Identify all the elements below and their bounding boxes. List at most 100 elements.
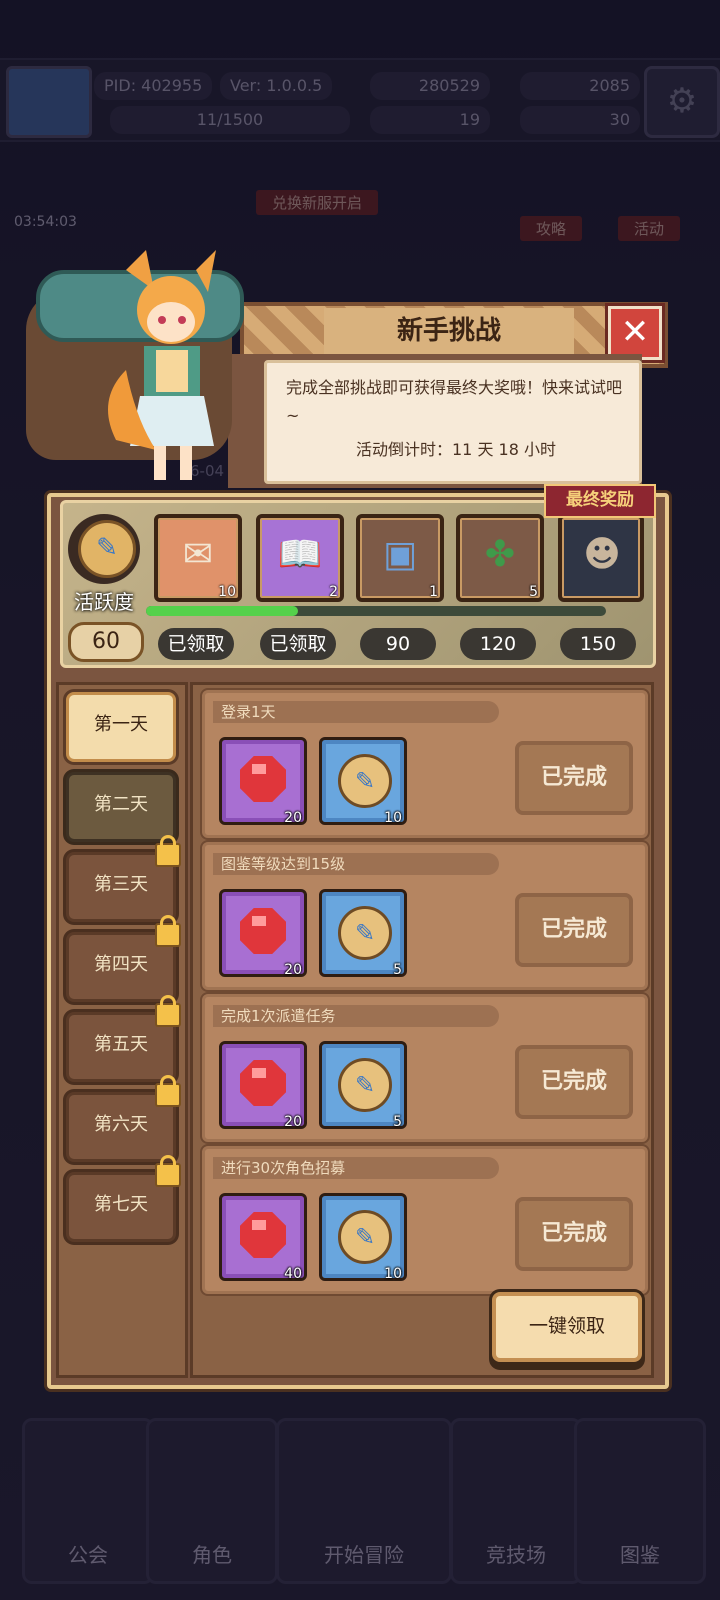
reward-qty: 10 (384, 810, 402, 826)
nav-guild-label: 公会 (68, 1543, 108, 1567)
lock-icon (155, 835, 181, 867)
task-status-button[interactable]: 已完成 (515, 741, 633, 815)
nav-codex-label: 图鉴 (620, 1543, 660, 1567)
guide-button[interactable]: 攻略 (520, 216, 583, 241)
task-card: 图鉴等级达到15级 20 ✎ 5 已完成 (202, 842, 648, 990)
reward-qty: 10 (218, 584, 236, 600)
nav-codex[interactable]: 图鉴 (574, 1418, 706, 1584)
milestone-2[interactable]: 已领取 (260, 628, 336, 660)
reward-clover[interactable]: ✤ 5 (456, 514, 544, 602)
lock-icon (155, 995, 181, 1027)
claim-all-button[interactable]: 一键领取 (492, 1292, 642, 1362)
tab-day-7[interactable]: 第七天 (66, 1155, 181, 1242)
tab-day-5-label: 第五天 (94, 1034, 148, 1055)
task-card: 进行30次角色招募 40 ✎ 10 已完成 (202, 1146, 648, 1294)
bg-timer: 03:54:03 (14, 214, 77, 230)
close-button[interactable]: ✕ (608, 306, 662, 360)
gem-reward[interactable]: 40 (219, 1193, 307, 1282)
character-portrait-icon: ☻ (583, 534, 621, 575)
task-title: 完成1次派遣任务 (213, 1005, 499, 1027)
reward-book[interactable]: 📖 2 (256, 514, 344, 602)
final-reward-ribbon: 最终奖励 (544, 484, 656, 518)
reward-qty: 2 (329, 584, 338, 600)
coin-reward[interactable]: ✎ 10 (319, 737, 407, 826)
coin-reward[interactable]: ✎ 5 (319, 889, 407, 978)
modal-title: 新手挑战 (324, 308, 574, 354)
reward-qty: 20 (284, 962, 302, 978)
ruby-gem-icon (240, 1212, 286, 1258)
gem-reward[interactable]: 20 (219, 1041, 307, 1130)
settings-gear-icon[interactable]: ⚙ (644, 66, 720, 138)
reward-qty: 20 (284, 1114, 302, 1130)
event-countdown: 活动倒计时：11 天 18 小时 (356, 440, 556, 459)
task-status-button[interactable]: 已完成 (515, 1197, 633, 1271)
exp-bar: 11/1500 (110, 106, 350, 134)
task-card: 完成1次派遣任务 20 ✎ 5 已完成 (202, 994, 648, 1142)
activity-coin-icon: ✎ (338, 1058, 392, 1112)
coin-reward[interactable]: ✎ 5 (319, 1041, 407, 1130)
reward-qty: 20 (284, 810, 302, 826)
tab-day-3[interactable]: 第三天 (66, 835, 181, 922)
lock-icon (155, 915, 181, 947)
tab-day-2[interactable]: 第二天 (66, 772, 176, 842)
reward-qty: 5 (393, 1114, 402, 1130)
player-id: PID: 402955 (94, 72, 213, 100)
nav-character[interactable]: 角色 (146, 1418, 278, 1584)
task-title: 图鉴等级达到15级 (213, 853, 499, 875)
lock-icon (155, 1075, 181, 1107)
fox-girl-mascot-icon (108, 250, 216, 480)
task-title: 进行30次角色招募 (213, 1157, 499, 1179)
activity-coin-icon: ✎ (338, 754, 392, 808)
milestone-5: 150 (560, 628, 636, 660)
gem-reward[interactable]: 20 (219, 889, 307, 978)
game-version: Ver: 1.0.0.5 (220, 72, 333, 100)
task-status-button[interactable]: 已完成 (515, 893, 633, 967)
coin-reward[interactable]: ✎ 10 (319, 1193, 407, 1282)
nav-start-adventure[interactable]: 开始冒险 (276, 1418, 452, 1584)
task-card: 登录1天 20 ✎ 10 已完成 (202, 690, 648, 838)
tab-day-7-label: 第七天 (94, 1194, 148, 1215)
love-letter-icon: ✉ (182, 534, 214, 575)
activity-coin-icon: ✎ (338, 1210, 392, 1264)
gem-reward[interactable]: 20 (219, 737, 307, 826)
reward-qty: 40 (284, 1266, 302, 1282)
ruby-gem-icon (240, 1060, 286, 1106)
tab-day-4[interactable]: 第四天 (66, 915, 181, 1002)
tab-day-6-label: 第六天 (94, 1114, 148, 1135)
ruby-gem-icon (240, 908, 286, 954)
milestone-3: 90 (360, 628, 436, 660)
close-icon: ✕ (620, 312, 650, 352)
description-text: 完成全部挑战即可获得最终大奖哦！快来试试吧~ (286, 378, 623, 425)
task-status-button[interactable]: 已完成 (515, 1045, 633, 1119)
reward-qty: 5 (529, 584, 538, 600)
key-count: 30 (520, 106, 640, 134)
ruby-gem-icon (240, 756, 286, 802)
reward-qty: 10 (384, 1266, 402, 1282)
activity-coin-icon: ✎ (338, 906, 392, 960)
gem-count: 2085 (520, 72, 640, 100)
tab-day-5[interactable]: 第五天 (66, 995, 181, 1082)
reward-qty: 5 (393, 962, 402, 978)
clover-icon: ✤ (484, 534, 516, 575)
clover-count: 19 (370, 106, 490, 134)
activity-progress-fill (146, 606, 298, 616)
reward-final-character[interactable]: ☻ (558, 514, 644, 602)
milestone-1[interactable]: 已领取 (158, 628, 234, 660)
milestone-4: 120 (460, 628, 536, 660)
lock-icon (155, 1155, 181, 1187)
nav-arena-label: 竞技场 (486, 1543, 546, 1567)
player-avatar[interactable] (6, 66, 92, 138)
reward-love-letter[interactable]: ✉ 10 (154, 514, 242, 602)
tab-day-3-label: 第三天 (94, 874, 148, 895)
activity-coin-icon: ✎ (78, 520, 136, 578)
nav-guild[interactable]: 公会 (22, 1418, 154, 1584)
tab-day-1[interactable]: 第一天 (66, 692, 176, 762)
tab-day-6[interactable]: 第六天 (66, 1075, 181, 1162)
reward-chest[interactable]: ▣ 1 (356, 514, 444, 602)
gold-count: 280529 (370, 72, 490, 100)
activity-value: 60 (68, 622, 144, 662)
chest-icon: ▣ (382, 534, 417, 575)
event-button[interactable]: 活动 (618, 216, 681, 241)
nav-arena[interactable]: 竞技场 (450, 1418, 582, 1584)
nav-character-label: 角色 (192, 1543, 232, 1567)
